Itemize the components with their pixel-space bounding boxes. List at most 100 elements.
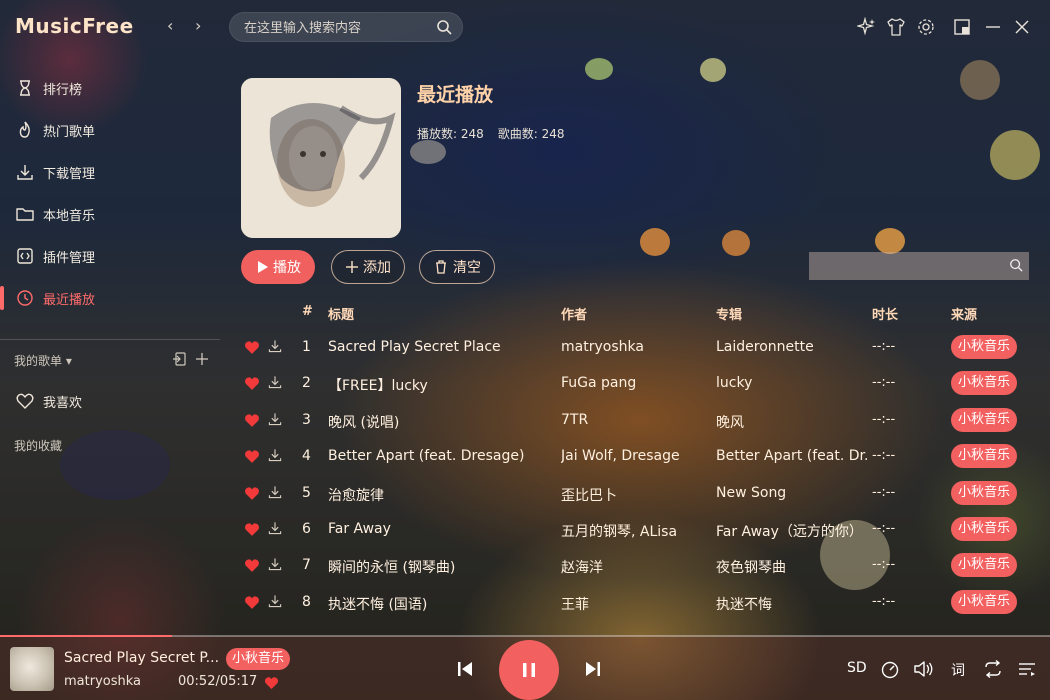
repeat-icon[interactable] [983, 660, 1003, 678]
search-icon[interactable] [1009, 258, 1023, 272]
next-icon[interactable] [584, 660, 602, 678]
search-input[interactable] [244, 18, 424, 38]
row-index: 2 [302, 375, 311, 392]
row-album[interactable]: 夜色钢琴曲 [716, 557, 868, 577]
row-source-badge: 小秋音乐 [951, 553, 1018, 578]
now-playing-time: 00:52/05:17 [178, 674, 258, 689]
back-icon[interactable]: ‹ [167, 16, 173, 35]
col-source[interactable]: 来源 [951, 304, 977, 323]
heart-icon[interactable] [244, 413, 260, 428]
row-duration: --:-- [872, 375, 896, 391]
row-source-badge: 小秋音乐 [951, 371, 1018, 396]
table-row[interactable]: 4 Better Apart (feat. Dresage) Jai Wolf, D… [241, 439, 1031, 475]
table-row[interactable]: 5 治愈旋律 歪比巴卜 New Song --:-- 小秋音乐 [241, 476, 1031, 512]
now-playing-title[interactable]: Sacred Play Secret P... [64, 650, 226, 666]
flame-icon [19, 121, 30, 138]
row-album[interactable]: Far Away（远方的你） [716, 521, 868, 541]
search-icon[interactable] [436, 19, 452, 35]
volume-icon[interactable] [913, 659, 935, 679]
row-duration: --:-- [872, 593, 896, 609]
row-artist[interactable]: 歪比巴卜 [561, 485, 711, 505]
table-row[interactable]: 6 Far Away 五月的钢琴, ALisa Far Away（远方的你） --:--… [241, 512, 1031, 548]
col-album[interactable]: 专辑 [716, 304, 742, 323]
add-playlist-icon[interactable] [195, 352, 209, 366]
table-row[interactable]: 7 瞬间的永恒 (钢琴曲) 赵海洋 夜色钢琴曲 --:-- 小秋音乐 [241, 548, 1031, 584]
download-icon[interactable] [267, 411, 283, 427]
sidebar-item-recent[interactable]: 最近播放 [0, 278, 220, 318]
previous-icon[interactable] [456, 660, 474, 678]
table-row[interactable]: 2 【FREE】lucky FuGa pang lucky --:-- 小秋音乐 [241, 366, 1031, 402]
clock-icon [17, 290, 33, 306]
heart-icon[interactable] [244, 376, 260, 391]
heart-icon[interactable] [264, 676, 279, 690]
sidebar-item-charts[interactable]: 排行榜 [0, 68, 220, 108]
col-title[interactable]: 标题 [328, 304, 354, 323]
search-box[interactable] [229, 12, 463, 42]
heart-icon[interactable] [244, 486, 260, 501]
playlist-queue-icon[interactable] [1017, 660, 1037, 678]
sidebar-item-plugins[interactable]: 插件管理 [0, 236, 220, 276]
row-album[interactable]: Better Apart (feat. Dr... [716, 448, 868, 464]
gear-icon[interactable] [916, 17, 936, 37]
row-artist[interactable]: FuGa pang [561, 375, 711, 391]
download-icon[interactable] [267, 447, 283, 463]
table-row[interactable]: 1 Sacred Play Secret Place matryoshka Laide… [241, 330, 1031, 366]
close-icon[interactable] [1012, 17, 1032, 37]
sidebar-item-hot-playlists[interactable]: 热门歌单 [0, 110, 220, 150]
progress-bar[interactable] [0, 635, 1050, 637]
add-button[interactable]: 添加 [331, 250, 405, 284]
row-artist[interactable]: 王菲 [561, 594, 711, 614]
playlist-search-box[interactable] [809, 252, 1029, 280]
speed-icon[interactable] [880, 659, 900, 679]
download-icon[interactable] [267, 593, 283, 609]
row-artist[interactable]: matryoshka [561, 339, 711, 355]
row-album[interactable]: 执迷不悔 [716, 594, 868, 614]
play-all-button[interactable]: 播放 [241, 250, 315, 284]
shirt-icon[interactable] [886, 17, 906, 37]
heart-icon[interactable] [244, 558, 260, 573]
heart-icon[interactable] [244, 449, 260, 464]
lyrics-button[interactable]: 词 [951, 660, 965, 680]
row-artist[interactable]: 赵海洋 [561, 557, 711, 577]
sidebar-item-downloads[interactable]: 下载管理 [0, 152, 220, 192]
col-duration[interactable]: 时长 [872, 304, 898, 323]
table-row[interactable]: 3 晚风 (说唱) 7TR 晚风 --:-- 小秋音乐 [241, 403, 1031, 439]
now-playing-artist: matryoshka [64, 674, 141, 689]
row-title: Better Apart (feat. Dresage) [328, 448, 525, 465]
download-icon[interactable] [267, 338, 283, 354]
sidebar-item-favorites[interactable]: 我喜欢 [0, 381, 220, 421]
row-duration: --:-- [872, 411, 896, 427]
row-album[interactable]: lucky [716, 375, 868, 391]
download-icon[interactable] [267, 374, 283, 390]
col-artist[interactable]: 作者 [561, 304, 587, 323]
download-icon [17, 165, 33, 180]
row-album[interactable]: New Song [716, 485, 868, 501]
row-artist[interactable]: 五月的钢琴, ALisa [561, 521, 711, 541]
quality-button[interactable]: SD [847, 660, 867, 676]
table-row[interactable]: 8 执迷不悔 (国语) 王菲 执迷不悔 --:-- 小秋音乐 [241, 585, 1031, 621]
row-album[interactable]: Laideronnette [716, 339, 868, 355]
row-artist[interactable]: 7TR [561, 412, 711, 428]
download-icon[interactable] [267, 520, 283, 536]
import-icon[interactable] [172, 352, 186, 366]
sparkle-icon[interactable] [857, 17, 877, 37]
heart-icon[interactable] [244, 340, 260, 355]
heart-icon[interactable] [244, 595, 260, 610]
sidebar-item-local-music[interactable]: 本地音乐 [0, 194, 220, 234]
forward-icon[interactable]: › [195, 16, 201, 35]
heart-icon[interactable] [244, 522, 260, 537]
my-playlists-heading[interactable]: 我的歌单 ▾ [14, 352, 72, 369]
minimize-icon[interactable] [983, 17, 1003, 37]
row-artist[interactable]: Jai Wolf, Dresage [561, 448, 711, 464]
my-collections-heading[interactable]: 我的收藏 [14, 437, 62, 454]
download-icon[interactable] [267, 556, 283, 572]
row-source-badge: 小秋音乐 [951, 480, 1018, 505]
download-icon[interactable] [267, 484, 283, 500]
row-index: 6 [302, 521, 311, 537]
clear-button[interactable]: 清空 [419, 250, 495, 284]
now-playing-cover[interactable] [10, 647, 54, 691]
minimize-to-window-icon[interactable] [952, 17, 972, 37]
row-album[interactable]: 晚风 [716, 412, 868, 432]
pause-button[interactable] [499, 640, 559, 700]
hourglass-icon [20, 80, 30, 96]
